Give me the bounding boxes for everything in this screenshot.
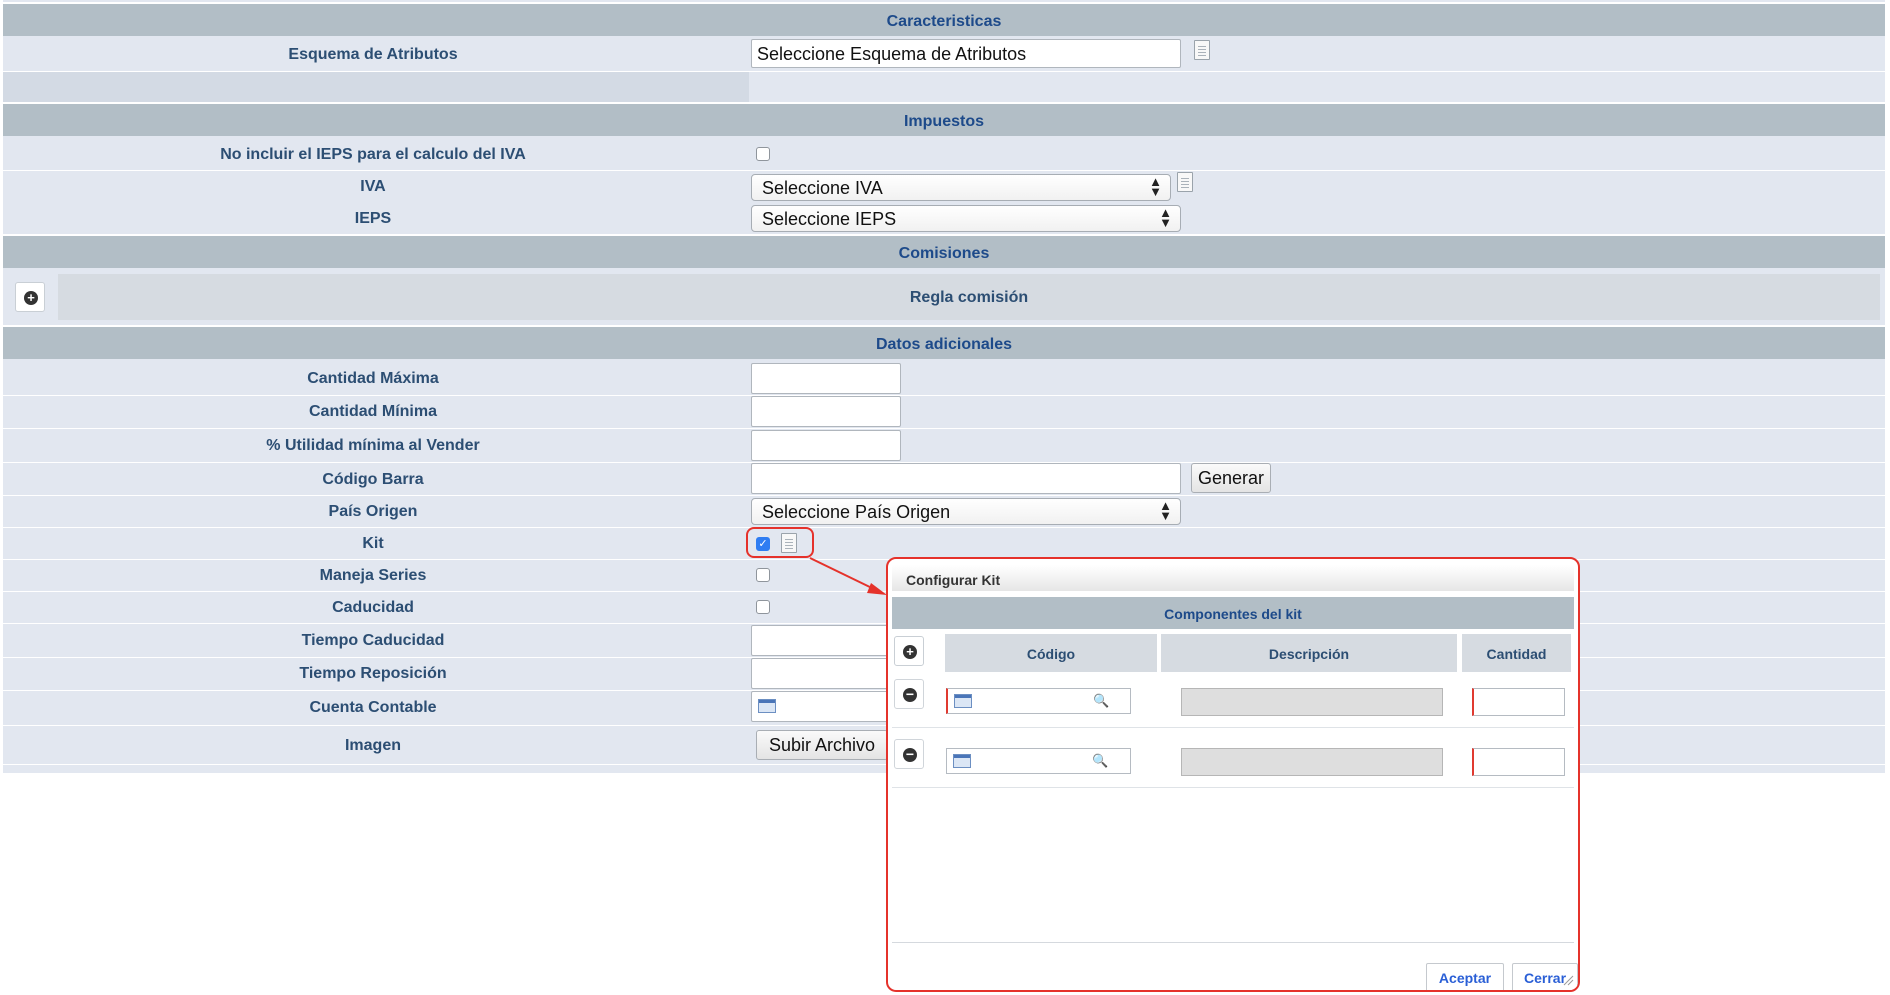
resize-grip-icon[interactable] <box>1562 974 1574 986</box>
cuenta-contable-input[interactable] <box>751 691 901 722</box>
iva-select-value: Seleccione IVA <box>762 178 883 198</box>
section-impuestos: Impuestos <box>3 102 1885 136</box>
section-comisiones: Comisiones <box>3 234 1885 268</box>
no-ieps-label: No incluir el IEPS para el calculo del I… <box>220 146 526 163</box>
codigo-header-label: Código <box>1026 646 1076 662</box>
section-title: Comisiones <box>898 245 990 262</box>
section-title: Impuestos <box>903 113 984 130</box>
descripcion-header-label: Descripción <box>1268 646 1350 662</box>
divider <box>3 170 1885 171</box>
codigo-barra-input[interactable] <box>751 463 1181 494</box>
utilidad-minima-input[interactable] <box>751 430 901 461</box>
search-icon: 🔍 <box>1093 693 1110 708</box>
cantidad-maxima-label: Cantidad Máxima <box>307 370 439 387</box>
search-icon: 🔍 <box>1092 753 1109 768</box>
maneja-series-checkbox[interactable] <box>756 568 770 582</box>
subir-archivo-button[interactable]: Subir Archivo <box>756 730 888 760</box>
utilidad-minima-label: % Utilidad mínima al Vender <box>266 437 480 454</box>
cantidad-header-label: Cantidad <box>1486 646 1547 662</box>
add-comision-button[interactable]: + <box>15 282 45 312</box>
divider <box>3 395 1885 396</box>
regla-header: Regla comisión <box>58 274 1880 320</box>
codigo-barra-label: Código Barra <box>322 471 424 488</box>
componentes-header: Componentes del kit <box>892 597 1574 629</box>
select-arrows-icon: ▲ ▼ <box>1149 174 1162 199</box>
plus-icon: + <box>24 291 38 305</box>
tiempo-reposicion-label: Tiempo Reposición <box>299 665 447 682</box>
codigo-header: Código <box>945 634 1157 672</box>
cantidad-minima-input[interactable] <box>751 396 901 427</box>
dialog-title: Configurar Kit <box>906 572 1001 588</box>
imagen-label: Imagen <box>344 737 401 754</box>
section-datos-adicionales: Datos adicionales <box>3 325 1885 359</box>
comision-row: + Regla comisión <box>3 270 1885 324</box>
cantidad-header: Cantidad <box>1462 634 1571 672</box>
component-descripcion <box>1181 688 1443 716</box>
iva-label: IVA <box>360 178 386 195</box>
tiempo-reposicion-input[interactable] <box>751 658 901 689</box>
kit-label: Kit <box>362 535 384 552</box>
select-arrows-icon: ▲ ▼ <box>1159 498 1172 523</box>
component-codigo-input[interactable]: 🔍 <box>946 688 1131 714</box>
document-icon[interactable] <box>1177 172 1193 192</box>
row-divider <box>892 787 1574 788</box>
ieps-select-value: Seleccione IEPS <box>762 209 897 229</box>
row-divider <box>892 727 1574 728</box>
componentes-title: Componentes del kit <box>1164 606 1302 622</box>
component-cantidad-input[interactable] <box>1472 748 1565 776</box>
minus-icon: − <box>903 687 917 702</box>
section-title: Caracteristicas <box>886 13 1002 30</box>
component-descripcion <box>1181 748 1443 776</box>
select-arrows-icon: ▲ ▼ <box>1159 205 1172 230</box>
cuenta-contable-label: Cuenta Contable <box>309 699 437 716</box>
calendar-icon <box>758 699 776 713</box>
aceptar-button[interactable]: Aceptar <box>1426 963 1504 990</box>
add-component-button[interactable]: + <box>894 636 924 666</box>
maneja-series-label: Maneja Series <box>319 567 427 584</box>
cantidad-minima-label: Cantidad Mínima <box>308 403 437 420</box>
esquema-field[interactable]: Seleccione Esquema de Atributos <box>751 39 1181 68</box>
pais-origen-value: Seleccione País Origen <box>762 502 951 522</box>
divider <box>3 527 1885 528</box>
generar-button[interactable]: Generar <box>1191 463 1271 493</box>
divider <box>3 495 1885 496</box>
remove-component-button[interactable]: − <box>894 739 924 769</box>
configurar-kit-dialog: Configurar Kit Componentes del kit + Cód… <box>886 557 1580 992</box>
section-title: Datos adicionales <box>875 336 1013 353</box>
section-caracteristicas: Caracteristicas <box>3 2 1885 36</box>
document-icon[interactable] <box>1194 40 1210 60</box>
iva-select[interactable]: Seleccione IVA ▲ ▼ <box>751 174 1171 201</box>
divider <box>3 428 1885 429</box>
descripcion-header: Descripción <box>1161 634 1457 672</box>
minus-icon: − <box>903 747 917 762</box>
tiempo-caducidad-label: Tiempo Caducidad <box>301 632 445 649</box>
ieps-label: IEPS <box>354 210 392 227</box>
kit-highlight <box>746 527 814 558</box>
caducidad-label: Caducidad <box>332 599 414 616</box>
pais-origen-select[interactable]: Seleccione País Origen ▲ ▼ <box>751 498 1181 525</box>
pais-origen-label: País Origen <box>328 503 418 520</box>
no-ieps-checkbox[interactable] <box>756 147 770 161</box>
esquema-label: Esquema de Atributos <box>288 46 458 63</box>
dialog-titlebar[interactable]: Configurar Kit <box>892 565 1574 591</box>
list-icon <box>954 694 972 708</box>
caducidad-checkbox[interactable] <box>756 600 770 614</box>
plus-icon: + <box>903 645 917 659</box>
ieps-select[interactable]: Seleccione IEPS ▲ ▼ <box>751 205 1181 232</box>
tiempo-caducidad-input[interactable] <box>751 625 901 656</box>
component-codigo-input[interactable]: 🔍 <box>946 748 1131 774</box>
cantidad-maxima-input[interactable] <box>751 363 901 394</box>
remove-component-button[interactable]: − <box>894 679 924 709</box>
list-icon <box>953 754 971 768</box>
regla-comision-label: Regla comisión <box>909 289 1029 306</box>
footer-divider <box>892 942 1574 943</box>
component-cantidad-input[interactable] <box>1472 688 1565 716</box>
empty-row <box>3 72 749 102</box>
